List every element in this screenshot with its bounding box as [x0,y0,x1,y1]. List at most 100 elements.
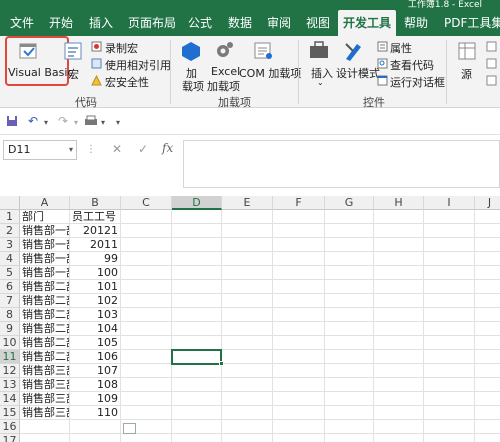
cell-j8[interactable] [475,308,500,322]
cell-e15[interactable] [222,406,273,420]
cell-d8[interactable] [172,308,222,322]
cell-a10[interactable]: 销售部二部 [20,336,70,350]
cell-g2[interactable] [325,224,374,238]
row-header[interactable]: 9 [0,322,20,336]
cell-j10[interactable] [475,336,500,350]
cell-g8[interactable] [325,308,374,322]
cell-a15[interactable]: 销售部三部 [20,406,70,420]
cell-d7[interactable] [172,294,222,308]
enter-icon[interactable]: ✓ [138,142,148,156]
column-header-a[interactable]: A [20,196,70,210]
row-header[interactable]: 7 [0,294,20,308]
print-preview-icon[interactable] [84,115,98,127]
cell-c8[interactable] [121,308,172,322]
cell-a14[interactable]: 销售部三部 [20,392,70,406]
cell-e8[interactable] [222,308,273,322]
cell-i14[interactable] [424,392,475,406]
cell-c15[interactable] [121,406,172,420]
cell-j12[interactable] [475,364,500,378]
tab-pdf-tools[interactable]: PDF工具集 [444,10,500,36]
cell-i10[interactable] [424,336,475,350]
cell-h3[interactable] [374,238,424,252]
cell-h9[interactable] [374,322,424,336]
tab-file[interactable]: 文件 [10,10,34,36]
cell-f5[interactable] [273,266,325,280]
cell-e16[interactable] [222,420,273,434]
cell-f7[interactable] [273,294,325,308]
cell-j9[interactable] [475,322,500,336]
cell-f3[interactable] [273,238,325,252]
cell-f17[interactable] [273,434,325,442]
properties-button[interactable]: 属性 [390,40,412,56]
cell-a13[interactable]: 销售部三部 [20,378,70,392]
cell-e6[interactable] [222,280,273,294]
cell-i7[interactable] [424,294,475,308]
column-header-i[interactable]: I [424,196,475,210]
cell-d3[interactable] [172,238,222,252]
row-header[interactable]: 6 [0,280,20,294]
cell-h4[interactable] [374,252,424,266]
column-header-b[interactable]: B [70,196,121,210]
cell-g5[interactable] [325,266,374,280]
cell-f12[interactable] [273,364,325,378]
cell-i17[interactable] [424,434,475,442]
cell-j14[interactable] [475,392,500,406]
cell-j5[interactable] [475,266,500,280]
use-relative-references-button[interactable]: 使用相对引用 [105,57,171,73]
cell-c10[interactable] [121,336,172,350]
cell-a5[interactable]: 销售部一部 [20,266,70,280]
name-box-dropdown-icon[interactable]: ▾ [69,141,73,159]
cell-h12[interactable] [374,364,424,378]
cell-f8[interactable] [273,308,325,322]
column-header-j[interactable]: J [475,196,500,210]
customize-qat-icon[interactable]: ▾ [116,118,120,127]
row-header[interactable]: 12 [0,364,20,378]
column-header-c[interactable]: C [121,196,172,210]
cell-b16[interactable] [70,420,121,434]
tab-help[interactable]: 帮助 [404,10,428,36]
cell-e5[interactable] [222,266,273,280]
cell-b6[interactable]: 101 [70,280,121,294]
cell-g4[interactable] [325,252,374,266]
cell-j15[interactable] [475,406,500,420]
record-macro-button[interactable]: 录制宏 [105,40,138,56]
cell-e12[interactable] [222,364,273,378]
xml-source-button[interactable]: 源 [461,66,472,82]
column-header-f[interactable]: F [273,196,325,210]
tab-data[interactable]: 数据 [228,10,252,36]
row-header[interactable]: 10 [0,336,20,350]
cell-h2[interactable] [374,224,424,238]
cell-b1[interactable]: 员工工号 [70,210,121,224]
cell-d1[interactable] [172,210,222,224]
cell-g16[interactable] [325,420,374,434]
worksheet-grid[interactable]: ABCDEFGHIJ1部门员工工号2销售部一部201213销售部一部20114销… [0,196,500,442]
cell-c13[interactable] [121,378,172,392]
cell-c12[interactable] [121,364,172,378]
cell-h17[interactable] [374,434,424,442]
cell-a8[interactable]: 销售部二部 [20,308,70,322]
cell-a11[interactable]: 销售部二部 [20,350,70,364]
cell-c7[interactable] [121,294,172,308]
cell-b15[interactable]: 110 [70,406,121,420]
cell-a16[interactable] [20,420,70,434]
cell-i8[interactable] [424,308,475,322]
cell-h5[interactable] [374,266,424,280]
cell-b3[interactable]: 2011 [70,238,121,252]
row-header[interactable]: 4 [0,252,20,266]
cell-b10[interactable]: 105 [70,336,121,350]
column-header-e[interactable]: E [222,196,273,210]
cell-e10[interactable] [222,336,273,350]
cell-j13[interactable] [475,378,500,392]
cell-d13[interactable] [172,378,222,392]
cell-c9[interactable] [121,322,172,336]
cell-i15[interactable] [424,406,475,420]
cell-i5[interactable] [424,266,475,280]
undo-icon[interactable]: ↶ [28,114,38,128]
paste-options-icon[interactable] [123,423,136,434]
select-all-corner[interactable] [0,196,20,210]
cell-f15[interactable] [273,406,325,420]
cell-d16[interactable] [172,420,222,434]
chevron-down-icon[interactable]: ⌄ [317,78,324,87]
cell-g12[interactable] [325,364,374,378]
view-code-button[interactable]: 查看代码 [390,57,434,73]
